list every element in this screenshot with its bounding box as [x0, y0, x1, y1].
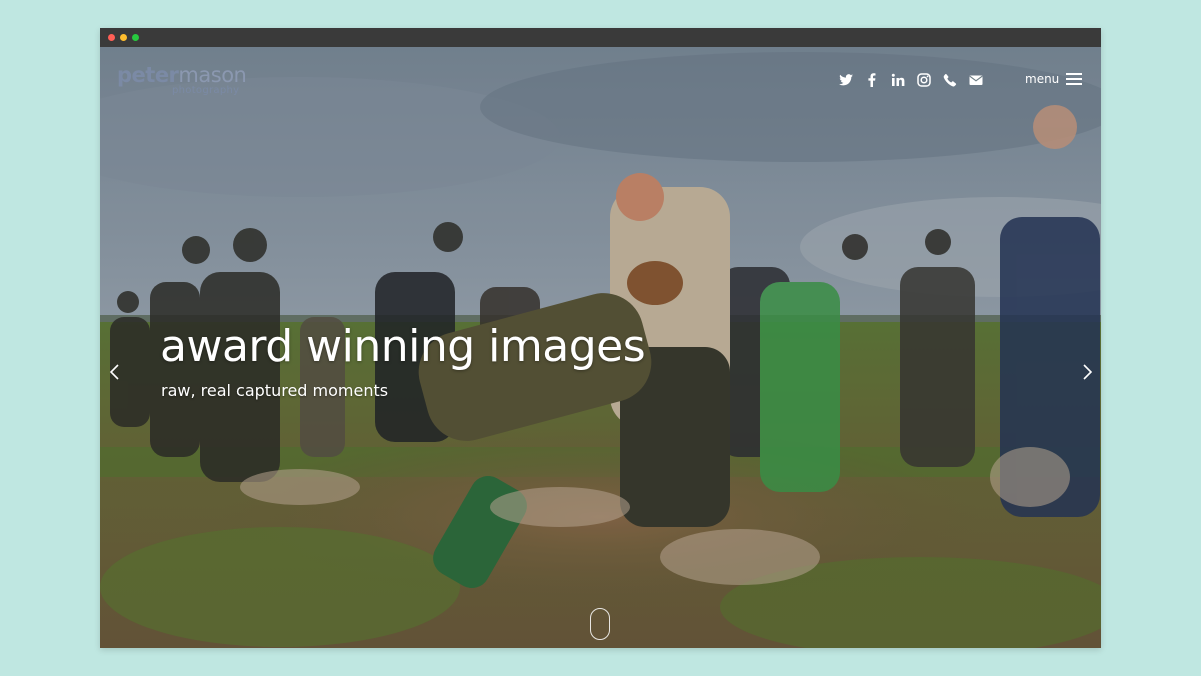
browser-window: petermason photography menu award winnin…: [100, 28, 1101, 648]
minimize-window-dot[interactable]: [120, 34, 127, 41]
hamburger-menu-icon[interactable]: [1066, 73, 1082, 85]
linkedin-icon[interactable]: [890, 72, 906, 88]
close-window-dot[interactable]: [108, 34, 115, 41]
logo-name-part2: mason: [178, 63, 247, 87]
hero-headline: award winning images: [160, 321, 646, 372]
envelope-icon[interactable]: [968, 72, 984, 88]
browser-titlebar: [100, 28, 1101, 47]
hero-section: petermason photography menu award winnin…: [100, 47, 1101, 648]
chevron-left-icon[interactable]: [108, 363, 122, 381]
site-logo[interactable]: petermason photography: [117, 63, 247, 96]
chevron-right-icon[interactable]: [1080, 363, 1094, 381]
hero-subline: raw, real captured moments: [161, 381, 389, 400]
menu-label[interactable]: menu: [1025, 72, 1059, 86]
logo-tagline: photography: [172, 85, 240, 96]
logo-wordmark: petermason: [117, 63, 247, 87]
scroll-down-indicator[interactable]: [590, 608, 610, 640]
twitter-icon[interactable]: [838, 72, 854, 88]
facebook-icon[interactable]: [864, 72, 880, 88]
phone-icon[interactable]: [942, 72, 958, 88]
logo-name-part1: peter: [117, 63, 179, 87]
instagram-icon[interactable]: [916, 72, 932, 88]
maximize-window-dot[interactable]: [132, 34, 139, 41]
